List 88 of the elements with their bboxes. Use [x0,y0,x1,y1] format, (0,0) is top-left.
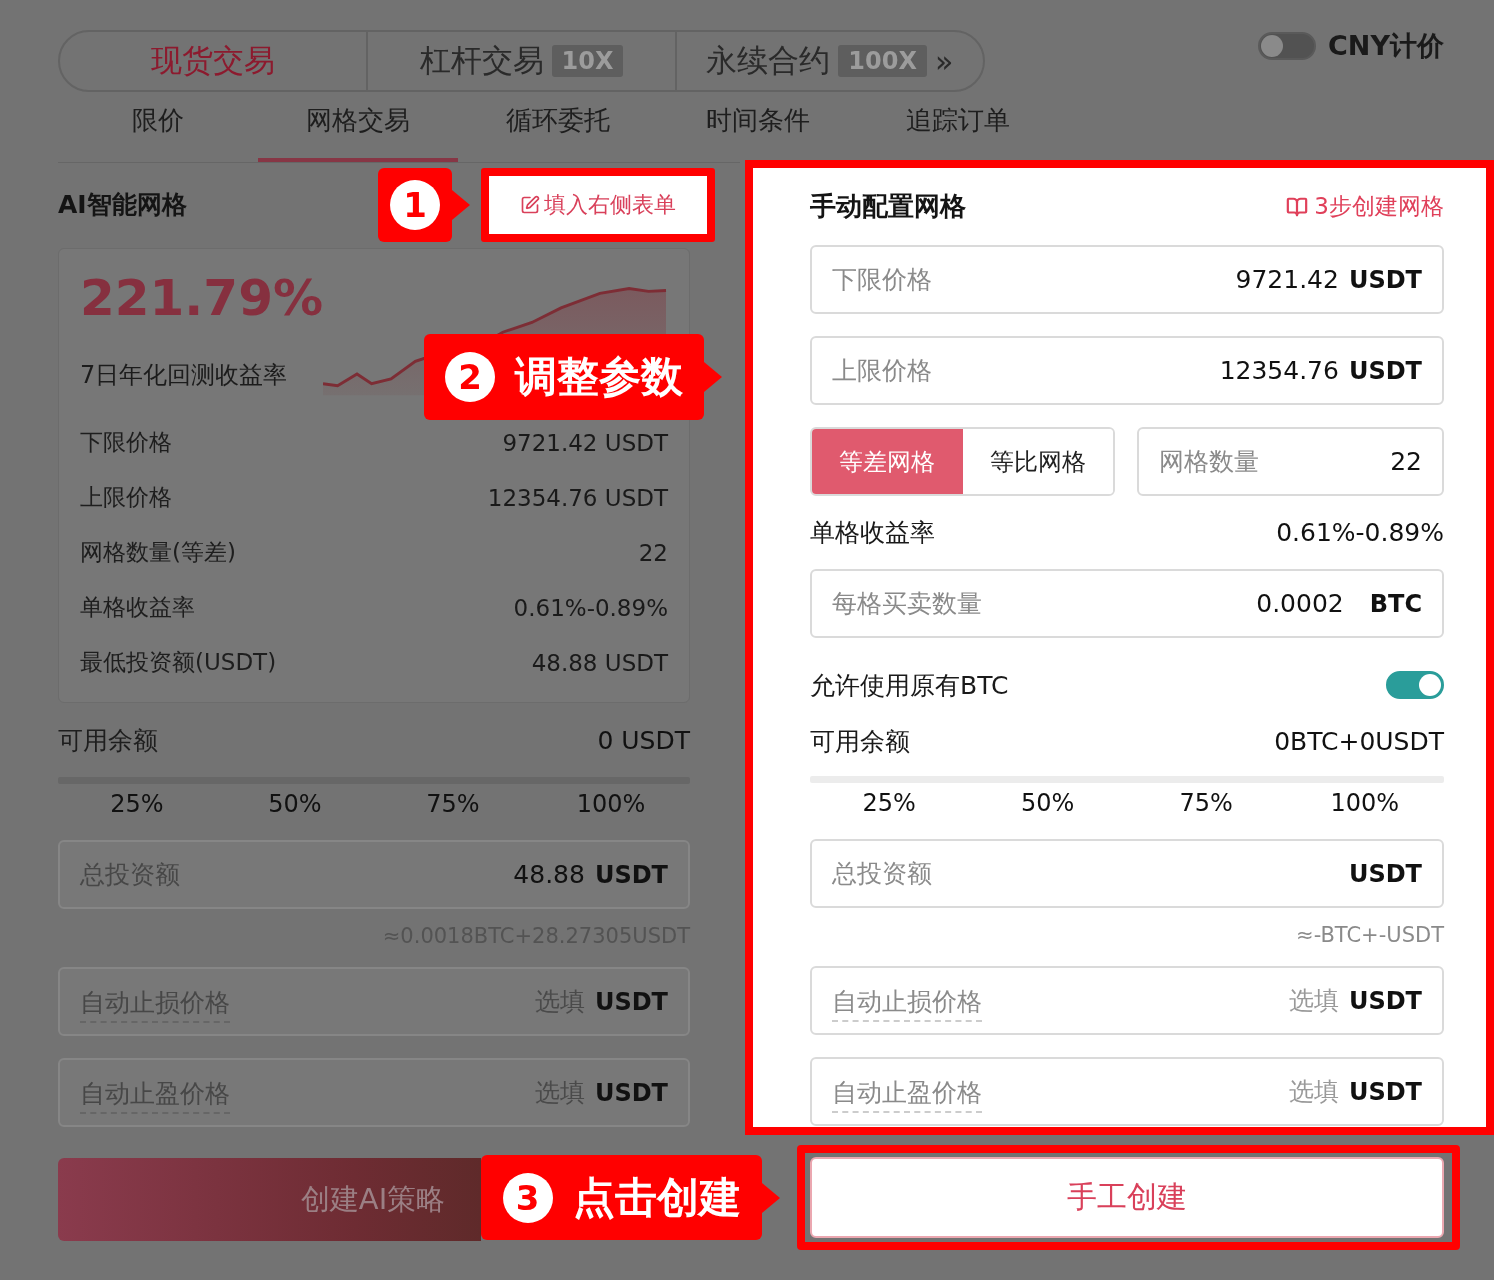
unit-label: BTC [1369,589,1422,618]
step-label: 点击创建 [572,1171,741,1224]
stat-value: 12354.76 USDT [487,484,668,511]
field-label: 下限价格 [832,264,932,296]
stat-value: 22 [638,539,668,566]
conversion-note: ≈-BTC+-USDT [1296,922,1444,947]
grid-type-option[interactable]: 等差网格 [812,429,963,494]
percent-option[interactable]: 100% [576,790,646,818]
field-value: 12354.76 [1219,356,1339,385]
create-ai-button[interactable]: 创建AI策略 [58,1158,481,1241]
field-placeholder: 选填 [1288,985,1339,1017]
field-value: 48.88 [513,860,585,889]
step-number: 2 [445,352,495,402]
market-tab[interactable]: 永续合约 100X » [676,32,983,90]
step-number: 1 [390,180,440,230]
percent-option[interactable]: 50% [1021,789,1075,817]
percent-option[interactable]: 25% [862,789,916,817]
tab-label: 现货交易 [151,41,276,80]
stat-label: 上限价格 [80,483,172,512]
use-btc-label: 允许使用原有BTC [810,669,1009,702]
leverage-badge: 10X [551,45,624,77]
stat-label: 网格数量(等差) [80,538,236,567]
percent-option[interactable]: 50% [268,790,322,818]
return-label: 7日年化回测收益率 [80,360,289,391]
tab-label: 永续合约 [706,41,831,80]
book-icon [1286,195,1309,218]
field-label: 自动止盈价格 [832,1076,982,1113]
field-label: 上限价格 [832,355,932,387]
stat-value: 9721.42 USDT [502,429,668,456]
stat-label: 下限价格 [80,428,172,457]
balance-label: 可用余额 [810,725,910,758]
field-label: 总投资额 [832,858,932,890]
fill-form-button[interactable]: 填入右侧表单 [520,190,676,220]
profit-rate-label: 单格收益率 [810,517,935,549]
section-title: AI智能网格 [58,188,187,221]
balance-label: 可用余额 [58,724,158,757]
field-label: 自动止损价格 [832,985,982,1022]
tab-label: 杠杆交易 [419,41,544,80]
stat-value: 0.61%-0.89% [513,594,668,621]
double-chevron-icon[interactable]: » [934,43,954,79]
unit-label: USDT [1348,265,1422,294]
order-tab[interactable]: 时间条件 [658,88,858,162]
percent-option[interactable]: 75% [1179,789,1233,817]
field-label: 每格买卖数量 [832,588,982,620]
profit-rate-value: 0.61%-0.89% [1276,518,1444,547]
stat-label: 单格收益率 [80,593,195,622]
field-value: 9721.42 [1235,265,1339,294]
percent-option[interactable]: 75% [426,790,480,818]
amount-field[interactable]: 上限价格 12354.76 USDT [810,336,1444,405]
order-tab[interactable]: 网格交易 [258,88,458,162]
amount-field[interactable]: 总投资额 USDT [810,839,1444,908]
unit-label: USDT [1348,986,1422,1015]
field-value: 22 [1390,447,1422,476]
toggle-switch[interactable] [1386,671,1444,699]
balance-value: 0BTC+0USDT [1274,726,1444,756]
order-tab[interactable]: 追踪订单 [858,88,1058,162]
grid-count-field[interactable]: 网格数量 22 [1137,427,1444,496]
percent-option[interactable]: 25% [110,790,164,818]
return-rate: 221.79% [80,268,324,329]
toggle-switch[interactable] [1258,32,1317,60]
amount-field[interactable]: 每格买卖数量 0.0002 BTC [810,569,1444,638]
unit-label: USDT [1348,356,1422,385]
market-tab[interactable]: 杠杆交易 10X [368,32,677,90]
unit-label: USDT [1348,859,1422,888]
leverage-badge: 100X [838,45,927,77]
guide-link[interactable]: 3步创建网格 [1286,191,1444,222]
unit-label: USDT [1348,1077,1422,1106]
panel-title: 手动配置网格 [810,190,966,223]
order-tab[interactable]: 限价 [58,88,258,162]
manual-create-button[interactable]: 手工创建 [810,1157,1444,1238]
order-tab[interactable]: 循环委托 [458,88,658,162]
price-field[interactable]: 自动止损价格 选填 USDT [810,966,1444,1035]
field-placeholder: 选填 [1288,1076,1339,1108]
unit-label: USDT [594,860,668,889]
stat-label: 最低投资额(USDT) [80,648,277,677]
edit-icon [520,195,540,215]
stat-value: 48.88 USDT [531,649,668,676]
percent-option[interactable]: 100% [1330,789,1400,817]
unit-label: USDT [594,987,668,1016]
field-value: 0.0002 [1256,589,1344,618]
step-number: 3 [502,1172,553,1223]
step-label: 调整参数 [515,351,683,403]
balance-value: 0 USDT [597,725,690,755]
amount-field[interactable]: 下限价格 9721.42 USDT [810,245,1444,314]
unit-label: USDT [594,1078,668,1107]
price-field[interactable]: 自动止盈价格 选填 USDT [810,1057,1444,1126]
toggle-label: CNY计价 [1328,29,1444,63]
field-label: 网格数量 [1159,446,1259,478]
